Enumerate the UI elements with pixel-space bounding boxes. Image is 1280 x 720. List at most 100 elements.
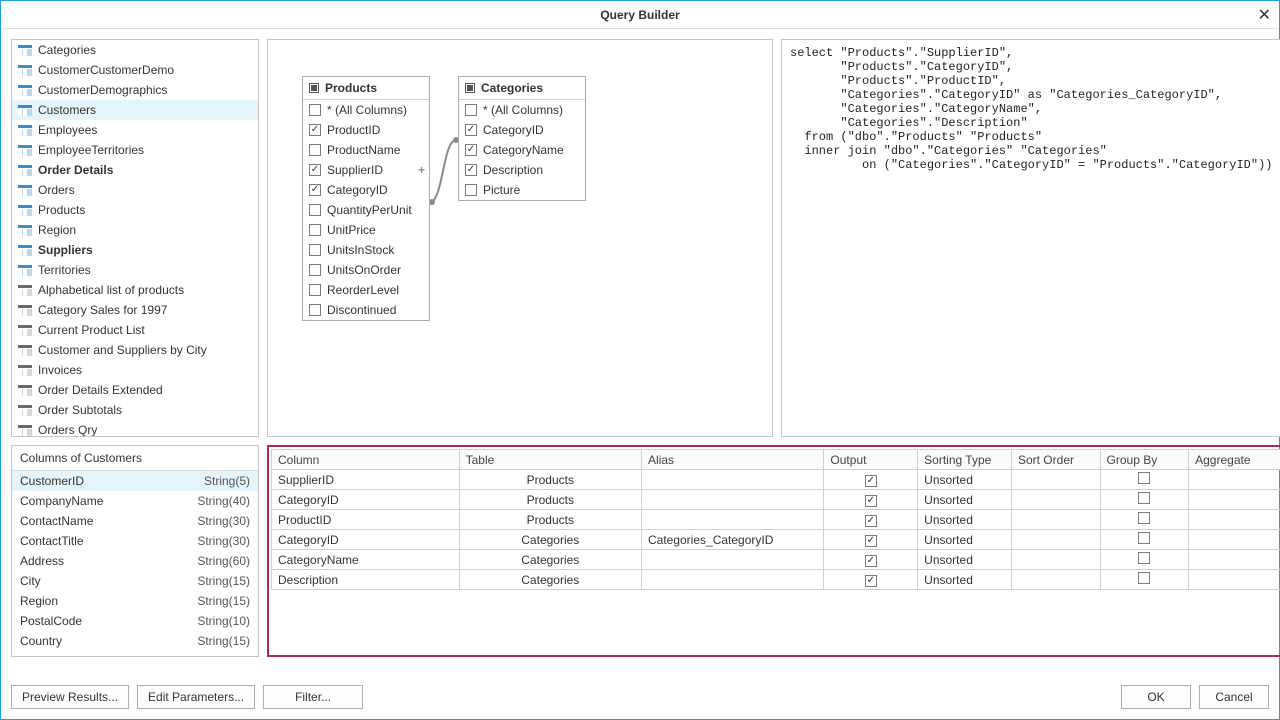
grid-cell[interactable]: SupplierID: [272, 470, 460, 490]
grid-cell[interactable]: Unsorted: [918, 550, 1012, 570]
cancel-button[interactable]: Cancel: [1199, 685, 1269, 709]
table-tree-item[interactable]: Categories: [12, 40, 258, 60]
diagram-column-row[interactable]: SupplierID+: [303, 160, 429, 180]
table-tree-item[interactable]: Territories: [12, 260, 258, 280]
columns-list[interactable]: CustomerIDString(5)CompanyNameString(40)…: [12, 471, 258, 656]
table-tree-item[interactable]: Customer and Suppliers by City: [12, 340, 258, 360]
grid-cell[interactable]: [1189, 550, 1280, 570]
column-checkbox[interactable]: [309, 104, 321, 116]
diagram-table-header[interactable]: Categories: [459, 77, 585, 100]
column-checkbox[interactable]: [309, 284, 321, 296]
grid-cell[interactable]: [824, 510, 918, 530]
grid-cell[interactable]: [1011, 510, 1100, 530]
grid-row[interactable]: CategoryIDProductsUnsorted: [272, 490, 1280, 510]
grid-cell[interactable]: Products: [459, 490, 641, 510]
column-checkbox[interactable]: [309, 204, 321, 216]
grid-checkbox[interactable]: [1138, 512, 1150, 524]
grid-cell[interactable]: Unsorted: [918, 510, 1012, 530]
column-checkbox[interactable]: [309, 124, 321, 136]
query-grid[interactable]: ColumnTableAliasOutputSorting TypeSort O…: [271, 449, 1280, 590]
column-list-row[interactable]: ContactTitleString(30): [12, 531, 258, 551]
tables-panel[interactable]: CategoriesCustomerCustomerDemoCustomerDe…: [11, 39, 259, 437]
column-list-row[interactable]: PostalCodeString(10): [12, 611, 258, 631]
grid-header-cell[interactable]: Group By: [1100, 450, 1189, 470]
grid-cell[interactable]: [1100, 550, 1189, 570]
diagram-column-row[interactable]: CategoryID: [303, 180, 429, 200]
grid-cell[interactable]: [1100, 530, 1189, 550]
grid-cell[interactable]: [824, 490, 918, 510]
grid-cell[interactable]: Unsorted: [918, 530, 1012, 550]
grid-cell[interactable]: [1011, 570, 1100, 590]
grid-checkbox[interactable]: [1138, 572, 1150, 584]
grid-cell[interactable]: [641, 550, 823, 570]
table-tree-item[interactable]: Category Sales for 1997: [12, 300, 258, 320]
grid-cell[interactable]: [824, 530, 918, 550]
column-checkbox[interactable]: [465, 104, 477, 116]
column-checkbox[interactable]: [309, 164, 321, 176]
column-list-row[interactable]: AddressString(60): [12, 551, 258, 571]
column-list-row[interactable]: CityString(15): [12, 571, 258, 591]
diagram-table[interactable]: Categories* (All Columns)CategoryIDCateg…: [458, 76, 586, 201]
grid-checkbox[interactable]: [1138, 532, 1150, 544]
column-list-row[interactable]: CountryString(15): [12, 631, 258, 651]
grid-header-cell[interactable]: Aggregate: [1189, 450, 1280, 470]
grid-checkbox[interactable]: [865, 555, 877, 567]
table-tree-item[interactable]: Order Subtotals: [12, 400, 258, 420]
table-tree-item[interactable]: Region: [12, 220, 258, 240]
grid-cell[interactable]: CategoryID: [272, 530, 460, 550]
grid-row[interactable]: CategoryNameCategoriesUnsorted: [272, 550, 1280, 570]
column-list-row[interactable]: CompanyNameString(40): [12, 491, 258, 511]
column-checkbox[interactable]: [309, 244, 321, 256]
grid-row[interactable]: CategoryIDCategoriesCategories_CategoryI…: [272, 530, 1280, 550]
diagram-column-row[interactable]: ProductID: [303, 120, 429, 140]
grid-header-cell[interactable]: Column: [272, 450, 460, 470]
column-list-row[interactable]: ContactNameString(30): [12, 511, 258, 531]
table-tree-item[interactable]: Current Product List: [12, 320, 258, 340]
grid-header-cell[interactable]: Output: [824, 450, 918, 470]
column-list-row[interactable]: RegionString(15): [12, 591, 258, 611]
table-tree-item[interactable]: Order Details Extended: [12, 380, 258, 400]
diagram-table[interactable]: Products* (All Columns)ProductIDProductN…: [302, 76, 430, 321]
column-checkbox[interactable]: [465, 144, 477, 156]
grid-cell[interactable]: [641, 570, 823, 590]
table-tree-item[interactable]: Orders Qry: [12, 420, 258, 437]
grid-cell[interactable]: Categories: [459, 530, 641, 550]
table-tree-item[interactable]: Products: [12, 200, 258, 220]
table-tree-item[interactable]: Employees: [12, 120, 258, 140]
grid-cell[interactable]: Unsorted: [918, 570, 1012, 590]
column-checkbox[interactable]: [465, 164, 477, 176]
grid-cell[interactable]: [1011, 550, 1100, 570]
table-tree-item[interactable]: Customers: [12, 100, 258, 120]
table-tree-item[interactable]: Alphabetical list of products: [12, 280, 258, 300]
grid-checkbox[interactable]: [865, 535, 877, 547]
diagram-column-row[interactable]: CategoryName: [459, 140, 585, 160]
grid-cell[interactable]: [1100, 470, 1189, 490]
grid-checkbox[interactable]: [1138, 472, 1150, 484]
grid-cell[interactable]: [641, 470, 823, 490]
filter-button[interactable]: Filter...: [263, 685, 363, 709]
column-checkbox[interactable]: [309, 264, 321, 276]
grid-checkbox[interactable]: [1138, 552, 1150, 564]
grid-header-cell[interactable]: Sorting Type: [918, 450, 1012, 470]
grid-cell[interactable]: [824, 550, 918, 570]
grid-cell[interactable]: [1189, 510, 1280, 530]
diagram-column-row[interactable]: UnitsInStock: [303, 240, 429, 260]
diagram-column-row[interactable]: Discontinued: [303, 300, 429, 320]
grid-cell[interactable]: [1011, 490, 1100, 510]
column-checkbox[interactable]: [309, 304, 321, 316]
diagram-column-row[interactable]: UnitsOnOrder: [303, 260, 429, 280]
grid-cell[interactable]: [1189, 530, 1280, 550]
grid-cell[interactable]: [1189, 490, 1280, 510]
diagram-column-row[interactable]: ProductName: [303, 140, 429, 160]
grid-cell[interactable]: [1100, 490, 1189, 510]
close-icon[interactable]: ✕: [1258, 5, 1271, 25]
grid-header-cell[interactable]: Alias: [641, 450, 823, 470]
grid-cell[interactable]: [1100, 510, 1189, 530]
grid-row[interactable]: ProductIDProductsUnsorted: [272, 510, 1280, 530]
grid-cell[interactable]: [1100, 570, 1189, 590]
column-checkbox[interactable]: [309, 184, 321, 196]
diagram-column-row[interactable]: QuantityPerUnit: [303, 200, 429, 220]
grid-checkbox[interactable]: [1138, 492, 1150, 504]
add-join-icon[interactable]: +: [418, 163, 425, 177]
diagram-column-row[interactable]: UnitPrice: [303, 220, 429, 240]
